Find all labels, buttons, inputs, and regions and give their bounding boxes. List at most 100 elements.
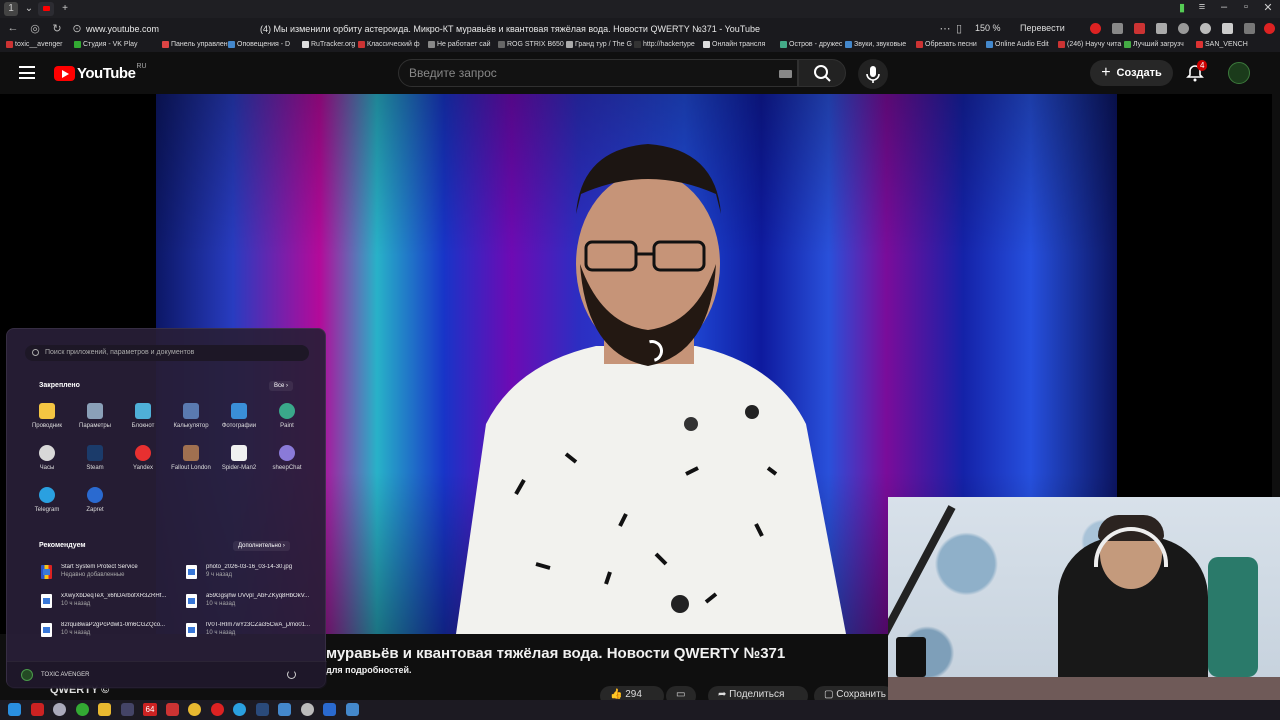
bookmark-item[interactable]: Обрезать песни (916, 41, 977, 48)
extension-red-icon[interactable] (1090, 23, 1101, 34)
bookmark-item[interactable]: toxic__avenger (6, 41, 62, 48)
bookmark-item[interactable]: RuTracker.org (302, 41, 355, 48)
power-icon[interactable] (287, 670, 296, 679)
start-search-input[interactable]: Поиск приложений, параметров и документо… (25, 345, 309, 361)
bookmark-item[interactable]: http://hackertype (634, 41, 695, 48)
pinned-app[interactable]: sheepChat (263, 445, 311, 471)
extension-icon[interactable]: ▮ (1172, 1, 1192, 14)
reload-icon[interactable]: ↻ (50, 22, 64, 35)
avatar[interactable] (1228, 62, 1250, 84)
app-icon[interactable] (30, 703, 44, 716)
vpn-icon[interactable] (300, 703, 314, 716)
recommended-item[interactable]: Start System Protect Service Недавно доба… (41, 563, 177, 583)
bookmark-item[interactable]: Звуки, звуковые (845, 41, 906, 48)
new-tab-icon[interactable]: + (58, 2, 72, 16)
bookmark-item[interactable]: SAN_VENCH (1196, 41, 1248, 48)
pinned-app[interactable]: Telegram (23, 487, 71, 513)
youtube-logo[interactable]: YouTube RU (54, 63, 147, 82)
recommended-item[interactable]: 82rqui8waP2gPcPdwl1-0m6CGZQco... 10 ч наз… (41, 621, 177, 641)
steam-sm-icon[interactable] (345, 703, 359, 716)
download-icon[interactable] (1200, 23, 1211, 34)
close-icon[interactable]: ✕ (1258, 1, 1278, 14)
more-icon[interactable]: ⋯ (938, 22, 952, 35)
bookmark-item[interactable]: ROG STRIX B650 (498, 41, 564, 48)
bookmark-item[interactable]: Лучший загрузч (1124, 41, 1184, 48)
store-icon[interactable] (278, 703, 291, 716)
video-subtitle[interactable]: для подробностей. (326, 665, 412, 675)
bookmark-menu-icon[interactable]: ≡ (1192, 1, 1212, 13)
pinned-app[interactable]: Spider-Man2 (215, 445, 263, 471)
explorer-icon[interactable] (98, 703, 111, 716)
extension-gray-icon[interactable] (1112, 23, 1123, 34)
user-avatar[interactable] (21, 669, 33, 681)
recommended-item[interactable]: photo_2026-03-16_03-14-30.jpg 9 ч назад (186, 563, 322, 583)
create-button[interactable]: + Создать (1090, 60, 1173, 86)
profile-icon[interactable] (1222, 23, 1233, 34)
recommended-item[interactable]: lV0T-lRIm7wYz3CZai35CwA_jJmo01... 10 ч на… (186, 621, 322, 641)
search-button[interactable] (798, 59, 846, 87)
pinned-app[interactable]: Параметры (71, 403, 119, 429)
bookmark-item[interactable]: Классический ф (358, 41, 420, 48)
bookmark-item[interactable]: Панель управлен (162, 41, 228, 48)
tab-counter-badge[interactable]: 1 (4, 2, 18, 16)
recommended-item[interactable]: xXwyXbDeqTeX_x6hDArbofXR3ZRHf... 10 ч наз… (41, 592, 177, 612)
telegram-icon[interactable] (233, 703, 246, 716)
yandex-icon[interactable] (210, 703, 224, 716)
bookmark-item[interactable]: Online Audio Edit (986, 41, 1049, 48)
bookmark-item[interactable]: Гранд тур / The G (566, 41, 632, 48)
user-name[interactable]: TOXIC AVENGER (41, 672, 89, 678)
chevron-down-icon[interactable]: ⌄ (22, 2, 36, 16)
globe-icon (87, 487, 103, 503)
recommended-item[interactable]: a59Ggsjhw UVvpl_AbFZKyq8HbOkV... 10 ч наз… (186, 592, 322, 612)
bookmark-icon[interactable]: ▯ (952, 22, 966, 35)
thumbs-up-icon: 👍 (610, 689, 626, 700)
pinned-app[interactable]: Zapret (71, 487, 119, 513)
forward-icon[interactable]: ◎ (28, 22, 42, 35)
plus-icon: + (1101, 64, 1111, 81)
bookmark-item[interactable]: Не работает сай (428, 41, 491, 48)
maximize-icon[interactable]: ▫ (1236, 1, 1256, 13)
pinned-app[interactable]: Fallout London (167, 445, 215, 471)
counter-icon[interactable]: 64 (143, 703, 157, 716)
pinned-app[interactable]: Калькулятор (167, 403, 215, 429)
back-icon[interactable]: ← (6, 22, 20, 34)
chrome-icon[interactable] (188, 703, 201, 716)
bookmark-favicon-icon (986, 41, 993, 48)
yandex-badge-icon[interactable] (1264, 23, 1275, 34)
shield-icon[interactable] (1156, 23, 1167, 34)
pinned-app[interactable]: Steam (71, 445, 119, 471)
pinned-app[interactable]: Фотографии (215, 403, 263, 429)
pinned-app[interactable]: Часы (23, 445, 71, 471)
pinned-app[interactable]: Paint (263, 403, 311, 429)
bookmark-item[interactable]: Студия - VK Play (74, 41, 138, 48)
extension-flag-icon[interactable] (1134, 23, 1145, 34)
search-icon[interactable] (53, 703, 66, 716)
pinned-app[interactable]: Блокнот (119, 403, 167, 429)
pinned-app[interactable]: Проводник (23, 403, 71, 429)
bookmark-item[interactable]: Онлайн трансля (703, 41, 765, 48)
more-button[interactable]: Дополнительно › (233, 541, 290, 551)
bookmark-item[interactable]: (246) Научу чита (1058, 41, 1121, 48)
extension-round-icon[interactable] (1178, 23, 1189, 34)
steam-alt-icon[interactable] (255, 703, 269, 716)
voice-search-button[interactable] (858, 59, 888, 89)
steam-icon[interactable] (120, 703, 134, 716)
bookmark-item[interactable]: Остров - дружес (780, 41, 842, 48)
puzzle-icon[interactable] (1244, 23, 1255, 34)
site-info-icon[interactable]: ⊙ (70, 22, 84, 35)
url-field[interactable]: www.youtube.com (86, 24, 159, 34)
xbox-icon[interactable] (75, 703, 89, 716)
bookmark-item[interactable]: Оповещения - D (228, 41, 290, 48)
minimize-icon[interactable]: – (1214, 1, 1234, 13)
photos-icon[interactable] (323, 703, 336, 716)
start-icon[interactable] (8, 703, 21, 716)
menu-icon[interactable] (19, 66, 35, 79)
notes-icon[interactable] (165, 703, 179, 716)
youtube-tab[interactable] (38, 2, 54, 16)
search-input[interactable] (409, 60, 769, 86)
translate-button[interactable]: Перевести (1020, 23, 1065, 33)
pinned-app[interactable]: Yandex (119, 445, 167, 471)
all-apps-button[interactable]: Все › (269, 381, 294, 391)
zoom-level[interactable]: 150 % (975, 23, 1001, 33)
keyboard-icon[interactable] (779, 70, 792, 78)
